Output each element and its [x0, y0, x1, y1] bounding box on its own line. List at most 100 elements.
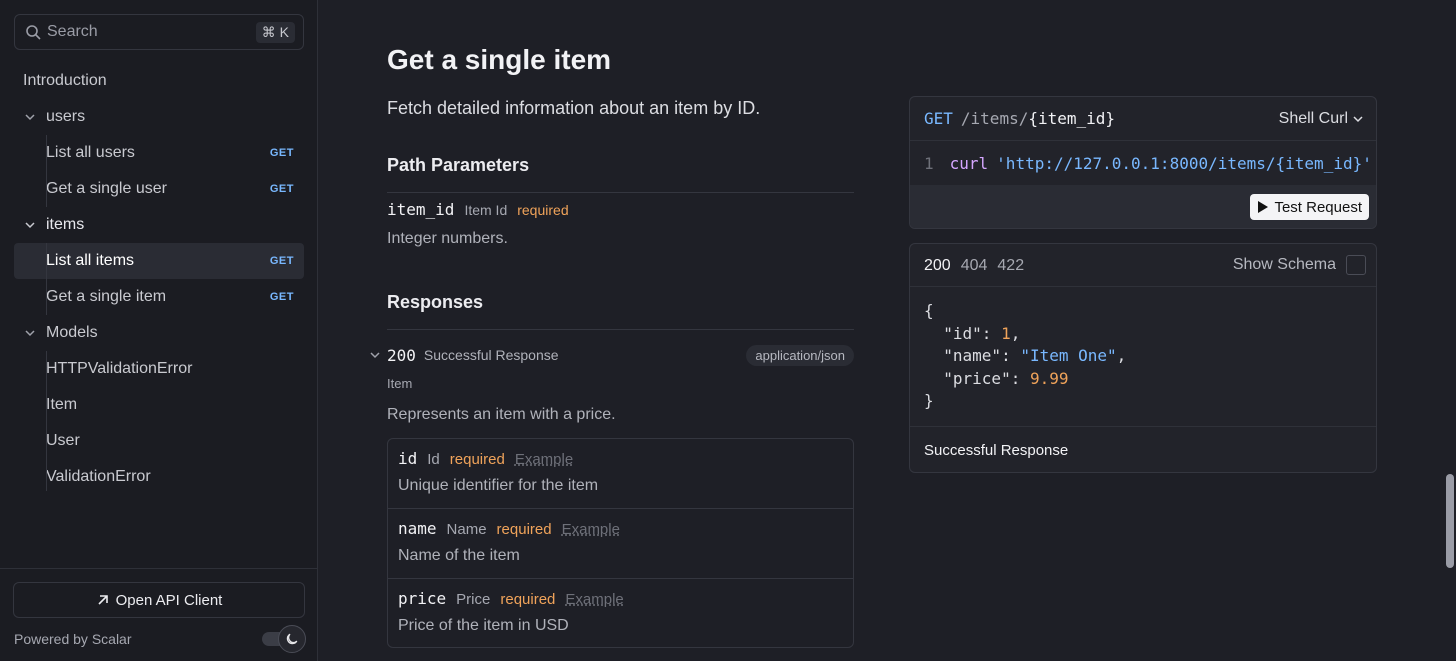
- sidebar-item-label: Get a single item: [46, 288, 167, 305]
- language-select[interactable]: Shell Curl: [1279, 110, 1364, 128]
- test-request-label: Test Request: [1274, 198, 1362, 216]
- open-api-client-label: Open API Client: [115, 591, 223, 609]
- property-type: Price: [456, 591, 491, 608]
- property-row: id Id required Example Unique identifier…: [388, 439, 853, 509]
- arrow-up-right-icon: [98, 595, 108, 605]
- theme-toggle[interactable]: [262, 625, 306, 653]
- response-model-description: Represents an item with a price.: [387, 406, 616, 423]
- required-badge: required: [517, 202, 569, 218]
- example-link[interactable]: Example: [562, 521, 620, 538]
- param-item-id: item_id Item Id required: [387, 200, 569, 219]
- sidebar-item-get-single-item[interactable]: Get a single item GET: [14, 279, 304, 315]
- tab-200[interactable]: 200: [924, 244, 951, 287]
- response-description: Successful Response: [423, 347, 559, 363]
- sidebar-item-introduction[interactable]: Introduction: [14, 63, 304, 99]
- sidebar-nav: Introduction users List all users GET Ge…: [14, 63, 304, 495]
- responses-heading: Responses: [387, 292, 484, 312]
- divider: [387, 192, 854, 193]
- response-code: 200: [387, 345, 416, 365]
- json-key: "id": [943, 323, 982, 343]
- http-method: GET: [924, 109, 953, 128]
- sidebar-item-list-all-users[interactable]: List all users GET: [14, 135, 304, 171]
- search-input[interactable]: Search ⌘ K: [14, 14, 304, 50]
- json-key: "name": [943, 346, 1002, 365]
- divider: [910, 286, 1376, 287]
- sidebar-item-list-all-items[interactable]: List all items GET: [14, 243, 304, 279]
- curl-command: curl: [949, 153, 989, 173]
- sidebar-group-label: Models: [46, 324, 98, 341]
- chevron-down-icon: [24, 327, 38, 339]
- show-schema-toggle[interactable]: Show Schema: [1233, 255, 1366, 275]
- moon-icon: [278, 625, 306, 653]
- property-description: Price of the item in USD: [398, 617, 569, 634]
- show-schema-checkbox[interactable]: [1346, 255, 1366, 275]
- required-badge: required: [449, 451, 505, 468]
- response-model-name: Item: [387, 376, 413, 391]
- sidebar-item-item[interactable]: Item: [14, 387, 304, 423]
- property-type: Name: [446, 521, 487, 538]
- sidebar-item-user[interactable]: User: [14, 423, 304, 459]
- request-example-card: GET /items/{item_id} Shell Curl 1 curl '…: [909, 96, 1377, 229]
- sidebar-group-models[interactable]: Models: [14, 315, 304, 351]
- sidebar-item-httpvalidationerror[interactable]: HTTPValidationError: [14, 351, 304, 387]
- endpoint-path: /items/{item_id}: [961, 109, 1279, 128]
- open-api-client-button[interactable]: Open API Client: [13, 582, 305, 618]
- response-footer: Successful Response: [910, 426, 1376, 472]
- response-json: { "id": 1, "name": "Item One", "price": …: [924, 301, 1127, 410]
- request-header: GET /items/{item_id} Shell Curl: [910, 97, 1376, 141]
- chevron-down-icon: [24, 111, 38, 123]
- show-schema-label: Show Schema: [1232, 256, 1336, 273]
- method-badge: GET: [269, 291, 294, 303]
- curl-code-block: 1 curl 'http://127.0.0.1:8000/items/{ite…: [910, 141, 1376, 185]
- json-brace: }: [924, 391, 934, 410]
- property-description: Name of the item: [398, 547, 520, 564]
- method-badge: GET: [269, 147, 294, 159]
- json-brace: {: [924, 301, 934, 320]
- line-number: 1: [924, 153, 934, 173]
- example-link[interactable]: Example: [565, 591, 623, 608]
- sidebar-item-label: Introduction: [23, 72, 107, 89]
- sidebar-group-users[interactable]: users: [14, 99, 304, 135]
- chevron-down-icon: [24, 219, 38, 231]
- property-name: name: [398, 519, 437, 538]
- param-description: Integer numbers.: [387, 230, 508, 247]
- sidebar-item-label: List all items: [46, 252, 135, 269]
- property-row: price Price required Example Price of th…: [388, 578, 853, 648]
- sidebar-item-label: HTTPValidationError: [46, 360, 193, 377]
- divider: [387, 329, 854, 330]
- example-link[interactable]: Example: [515, 451, 573, 468]
- nav-guide-line: [46, 243, 47, 315]
- required-badge: required: [500, 591, 556, 608]
- scrollbar-thumb[interactable]: [1446, 474, 1454, 568]
- sidebar-item-label: User: [46, 432, 80, 449]
- sidebar: Search ⌘ K Introduction users List all u…: [0, 0, 318, 661]
- chevron-down-icon: [369, 349, 383, 361]
- json-key: "price": [943, 368, 1011, 388]
- sidebar-item-validationerror[interactable]: ValidationError: [14, 459, 304, 495]
- curl-url: 'http://127.0.0.1:8000/items/{item_id}': [996, 153, 1372, 173]
- sidebar-item-get-single-user[interactable]: Get a single user GET: [14, 171, 304, 207]
- method-badge: GET: [269, 183, 294, 195]
- chevron-down-icon: [1353, 115, 1363, 122]
- json-value: 1: [1001, 323, 1011, 343]
- json-value: 9.99: [1029, 368, 1069, 388]
- property-description: Unique identifier for the item: [398, 477, 599, 494]
- path-prefix: /items/: [960, 109, 1029, 128]
- sidebar-group-items[interactable]: items: [14, 207, 304, 243]
- content-type-badge[interactable]: application/json: [746, 344, 854, 366]
- param-name: item_id: [387, 200, 455, 219]
- property-type: Id: [427, 451, 440, 468]
- tab-422[interactable]: 422: [997, 244, 1024, 287]
- response-200-toggle[interactable]: 200 Successful Response application/json: [369, 343, 854, 367]
- test-request-button[interactable]: Test Request: [1250, 194, 1369, 220]
- sidebar-item-label: List all users: [46, 144, 135, 161]
- tab-404[interactable]: 404: [961, 244, 988, 287]
- path-parameters-heading: Path Parameters: [387, 155, 530, 175]
- sidebar-item-label: Get a single user: [46, 180, 167, 197]
- json-value: "Item One": [1020, 346, 1117, 365]
- path-param: {item_id}: [1028, 109, 1116, 128]
- search-placeholder: Search: [47, 23, 98, 40]
- method-badge: GET: [269, 255, 294, 267]
- property-name: price: [398, 589, 447, 608]
- play-icon: [1258, 201, 1269, 213]
